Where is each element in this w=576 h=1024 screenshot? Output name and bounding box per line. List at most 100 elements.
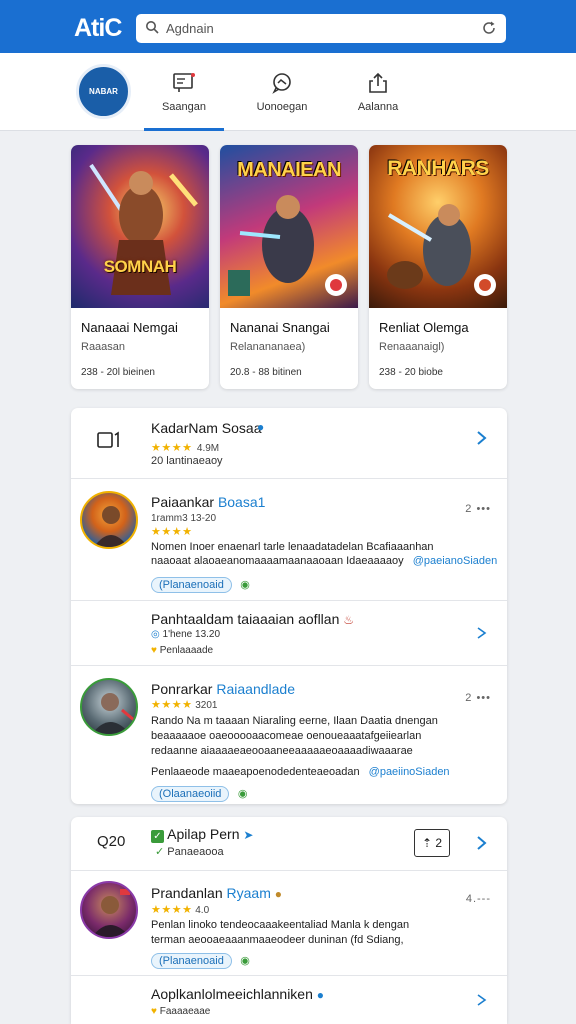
item-name-link[interactable]: Raiaandlade (216, 681, 295, 697)
more-options-icon[interactable]: 2 ••• (465, 692, 491, 704)
item-name: Paiaankar (151, 494, 215, 510)
item-tag[interactable]: (Planaenoaid (151, 577, 232, 593)
game-meta-2: 20.8 - 88 bitinen (230, 367, 302, 378)
brand-logo[interactable]: AtiC (74, 14, 122, 43)
verified-icon: ◉ (237, 788, 248, 800)
game-title-3: Renliat Olemga (379, 320, 469, 335)
share-icon (369, 72, 387, 93)
item-desc-line3: redaanne aiaaaaeaeooaaneeaaaaaeoaaaadiwa… (151, 745, 413, 757)
chat-icon (272, 73, 291, 94)
chevron-right-icon[interactable] (475, 835, 487, 851)
item-stars: ★★★★ (151, 904, 193, 916)
game-meta-1: 238 - 20l bieinen (81, 367, 155, 378)
item-tag[interactable]: (Planaenoaid (151, 953, 232, 969)
item-desc-link[interactable]: @paeianoSiaden (413, 555, 498, 567)
search-input[interactable]: Agdnain (166, 21, 214, 36)
game-art-title-3: RANHARS (387, 157, 489, 180)
item-sub: Faaaaeaae (159, 1006, 211, 1017)
like-icon: ♥ (151, 1006, 157, 1017)
list-item-4[interactable]: Prandanlan Ryaam ● ★★★★ 4.0 4.--- Penlan… (71, 871, 507, 976)
top-bar: AtiC Agdnain (0, 0, 576, 53)
item-desc-line2: terman aeooaeaaanmaaeodeer duninan (fd S… (151, 934, 404, 946)
item-meta: 3201 (195, 700, 218, 711)
avatar-art (92, 693, 135, 734)
item-desc-line4: Penlaaeode maaeapoenodedenteaeoadan (151, 766, 360, 778)
tab-chat[interactable]: Uonoegan (240, 67, 324, 131)
item-desc-line2: beaaaaaoe oaeooooaacomeae oenoueaaatafge… (151, 730, 422, 742)
user-icon: ● (257, 420, 265, 434)
list-item-5[interactable]: Aoplkanlolmeeichlanniken ● ♥ Faaaaeaae (71, 976, 507, 1024)
community-panel-1: KadarNam Sosaa ● ★★★★ 4.9M 20 lantinaeao… (71, 408, 507, 804)
game-cover-2[interactable]: MANAIEAN (220, 145, 358, 308)
list-item-1[interactable]: Paiaankar Boasa1 1ramm3 13-20 ★★★★ 2 •••… (71, 479, 507, 601)
tab-share[interactable]: Aalanna (336, 67, 420, 131)
item-desc-line1: Nomen Inoer enaenarl tarle lenaadatadela… (151, 541, 434, 553)
verified-icon: ◉ (240, 955, 250, 967)
globe-icon: ◎ (151, 629, 160, 640)
avatar[interactable] (80, 678, 138, 736)
item-name-link[interactable]: Boasa1 (218, 494, 265, 510)
item-desc-link[interactable]: @paeiinoSiaden (369, 766, 450, 778)
game-cover-3[interactable]: RANHARS (369, 145, 507, 308)
item-name-link[interactable]: Ryaam (227, 885, 271, 901)
list-item-2[interactable]: Panhtaaldam taiaaaian aofllan ♨ ◎ 1'hene… (71, 601, 507, 666)
search-bar[interactable]: Agdnain (136, 14, 506, 43)
panel-stars: ★★★★ (151, 442, 193, 454)
panel-title: KadarNam Sosaa (151, 420, 262, 436)
more-options-icon[interactable]: 2 ••• (465, 503, 491, 515)
item-rating: 4.0 (195, 905, 210, 916)
notification-badge[interactable]: ⇡ 2 (414, 829, 450, 857)
item-sub: Penlaaaade (159, 645, 214, 656)
avatar-art (94, 506, 128, 547)
arrow-icon: ➤ (243, 828, 254, 842)
list-item-3[interactable]: Ponrarkar Raiaandlade ★★★★ 3201 2 ••• Ra… (71, 666, 507, 804)
item-meta[interactable]: 4.--- (466, 893, 491, 905)
refresh-icon[interactable] (481, 20, 497, 36)
panel-header-row[interactable]: KadarNam Sosaa ● ★★★★ 4.9M 20 lantinaeao… (71, 408, 507, 479)
item-name: Aoplkanlolmeeichlanniken (151, 986, 313, 1002)
item-stars: ★★★★ (151, 526, 193, 538)
store-icon (173, 73, 195, 92)
info-icon: ● (316, 988, 325, 1002)
game-title-1: Nanaaai Nemgai (81, 320, 178, 335)
item-desc-line1: Penlan linoko tendeocaaakeentaliad Manla… (151, 919, 410, 931)
game-cover-1[interactable]: SOMNAH (71, 145, 209, 308)
avatar[interactable] (80, 881, 138, 939)
device-icon (97, 431, 119, 448)
game-subtitle-3: Renaaanaigl) (379, 341, 445, 353)
game-meta-3: 238 - 20 biobe (379, 367, 443, 378)
checkbox-icon[interactable]: ✓ (151, 830, 164, 843)
search-icon (146, 21, 159, 34)
item-desc-line1: Rando Na m taaaan Niaraling eerne, Ilaan… (151, 715, 438, 727)
item-meta: 1ramm3 13-20 (151, 513, 217, 524)
avatar[interactable] (80, 491, 138, 549)
game-subtitle-2: Relanananaea) (230, 341, 306, 353)
game-card-1[interactable]: SOMNAH Nanaaai Nemgai Raaasan 238 - 20l … (71, 145, 209, 389)
chevron-right-icon[interactable] (475, 430, 487, 446)
item-name: Ponrarkar (151, 681, 213, 697)
avatar-text: NABAR (89, 87, 118, 96)
tab-share-label: Aalanna (357, 101, 399, 113)
panel-header-row[interactable]: Q20 ✓ Apilap Pern ➤ ✓ Panaeaooa ⇡ 2 (71, 817, 507, 871)
play-icon[interactable] (475, 625, 487, 641)
game-card-3[interactable]: RANHARS Renliat Olemga Renaaanaigl) 238 … (369, 145, 507, 389)
panel-rating: 4.9M (196, 443, 220, 454)
fire-icon: ♨ (343, 613, 355, 627)
item-tag[interactable]: (Olaanaeoiid (151, 786, 230, 802)
play-icon[interactable] (475, 992, 487, 1008)
verified-icon: ◉ (240, 579, 250, 591)
nav-bar: NABAR Saangan Uonoegan Aalanna (0, 53, 576, 131)
tab-store-label: Saangan (161, 101, 207, 113)
like-icon: ♥ (151, 645, 157, 656)
item-name: Panhtaaldam taiaaaian aofllan (151, 611, 340, 627)
tab-store[interactable]: Saangan (142, 67, 226, 131)
game-card-2[interactable]: MANAIEAN Nananai Snangai Relanananaea) 2… (220, 145, 358, 389)
game-art-title-2: MANAIEAN (237, 159, 341, 181)
panel-meta: 20 lantinaeaoy (151, 455, 223, 467)
game-subtitle-1: Raaasan (81, 341, 126, 353)
profile-avatar[interactable]: NABAR (76, 64, 131, 119)
item-desc-line2: naaoaat alaoaeanomaaaamaanaaoaan Idaeaaa… (151, 555, 404, 567)
avatar-art (92, 889, 130, 937)
item-name: Prandanlan (151, 885, 223, 901)
community-panel-2: Q20 ✓ Apilap Pern ➤ ✓ Panaeaooa ⇡ 2 Pran… (71, 817, 507, 1024)
